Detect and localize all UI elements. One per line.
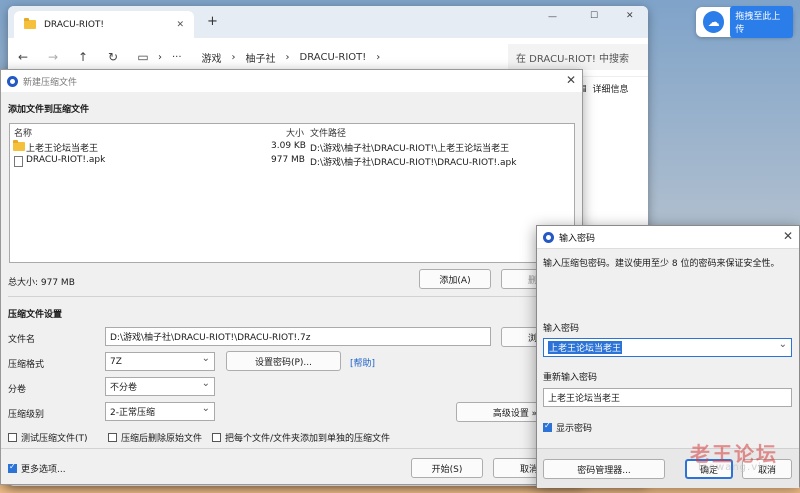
filename-input[interactable]: D:\游戏\柚子社\DRACU-RIOT!\DRACU-RIOT!.7z bbox=[105, 327, 491, 346]
cloud-icon: ☁ bbox=[703, 11, 725, 33]
dialog-titlebar: 新建压缩文件 ✕ bbox=[1, 70, 582, 92]
back-icon[interactable]: ← bbox=[8, 50, 38, 64]
checkbox-icon bbox=[108, 433, 117, 442]
close-icon[interactable]: ✕ bbox=[783, 229, 793, 243]
up-icon[interactable]: ↑ bbox=[68, 50, 98, 64]
checkbox-icon bbox=[8, 433, 17, 442]
show-password-checkbox[interactable]: 显示密码 bbox=[543, 421, 592, 434]
start-button[interactable]: 开始(S) bbox=[411, 458, 483, 478]
tab-close-icon[interactable]: ✕ bbox=[176, 20, 184, 30]
file-size: 3.09 KB bbox=[271, 141, 306, 151]
format-label: 压缩格式 bbox=[8, 360, 45, 370]
computer-icon[interactable]: ▭ bbox=[128, 50, 158, 64]
delete-after-label: 压缩后删除原始文件 bbox=[121, 434, 203, 444]
chevron-icon: › bbox=[231, 51, 236, 63]
search-input[interactable]: 在 DRACU-RIOT! 中搜索 bbox=[508, 44, 648, 70]
section-add-title: 添加文件到压缩文件 bbox=[8, 105, 90, 115]
level-select[interactable]: 2-正常压缩 bbox=[105, 402, 215, 421]
help-link[interactable]: [帮助] bbox=[350, 356, 375, 369]
new-tab-button[interactable]: + bbox=[207, 14, 218, 29]
more-options-checkbox[interactable]: 更多选项... bbox=[8, 462, 66, 475]
password-value: 上老王论坛当老王 bbox=[548, 341, 623, 354]
upload-button[interactable]: ☁ 拖拽至此上传 bbox=[696, 6, 793, 38]
checkbox-checked-icon bbox=[8, 462, 17, 473]
column-name[interactable]: 名称 bbox=[14, 126, 32, 139]
details-label: 详细信息 bbox=[592, 85, 629, 95]
password-titlebar: 输入密码 ✕ bbox=[537, 226, 799, 248]
close-icon[interactable]: ✕ bbox=[566, 73, 576, 87]
details-button[interactable]: ▤ 详细信息 bbox=[578, 82, 629, 96]
compress-dialog: 新建压缩文件 ✕ 添加文件到压缩文件 名称 大小 文件路径 上老王论坛当老王 3… bbox=[0, 69, 584, 485]
file-path: D:\游戏\柚子社\DRACU-RIOT!\DRACU-RIOT!.apk bbox=[310, 158, 517, 168]
test-checkbox[interactable]: 测试压缩文件(T) bbox=[8, 431, 88, 444]
divider bbox=[8, 296, 576, 297]
explorer-tab[interactable]: DRACU-RIOT! ✕ bbox=[14, 11, 194, 38]
tab-bar: DRACU-RIOT! ✕ + — ☐ ✕ bbox=[8, 6, 648, 38]
breadcrumb-item[interactable]: 柚子社 bbox=[246, 50, 276, 65]
list-item[interactable]: 上老王论坛当老王 3.09 KB D:\游戏\柚子社\DRACU-RIOT!\上… bbox=[10, 140, 576, 154]
file-icon bbox=[14, 156, 23, 167]
list-item[interactable]: DRACU-RIOT!.apk 977 MB D:\游戏\柚子社\DRACU-R… bbox=[10, 154, 576, 168]
separate-archive-label: 把每个文件/文件夹添加到单独的压缩文件 bbox=[225, 434, 391, 444]
show-password-label: 显示密码 bbox=[556, 424, 593, 434]
add-button[interactable]: 添加(A) bbox=[419, 269, 491, 289]
close-button[interactable]: ✕ bbox=[626, 11, 634, 21]
app-icon bbox=[7, 75, 18, 87]
maximize-button[interactable]: ☐ bbox=[590, 11, 598, 21]
refresh-icon[interactable]: ↻ bbox=[98, 50, 128, 64]
password-title: 输入密码 bbox=[559, 233, 596, 244]
checkbox-checked-icon bbox=[543, 421, 552, 432]
breadcrumb-item[interactable]: DRACU-RIOT! bbox=[300, 52, 367, 63]
format-select[interactable]: 7Z bbox=[105, 352, 215, 371]
dialog-title: 新建压缩文件 bbox=[23, 77, 78, 88]
file-name: DRACU-RIOT!.apk bbox=[26, 155, 106, 165]
chevron-icon: › bbox=[158, 51, 162, 63]
file-size: 977 MB bbox=[271, 155, 305, 165]
chevron-icon: › bbox=[376, 51, 381, 63]
file-path: D:\游戏\柚子社\DRACU-RIOT!\上老王论坛当老王 bbox=[310, 144, 510, 154]
checkbox-icon bbox=[212, 433, 221, 442]
reenter-password-input[interactable]: 上老王论坛当老王 bbox=[543, 388, 792, 407]
tab-title: DRACU-RIOT! bbox=[44, 19, 105, 30]
folder-icon bbox=[24, 18, 36, 29]
watermark-url: laowang.vip bbox=[698, 462, 770, 473]
upload-label: 拖拽至此上传 bbox=[730, 6, 793, 38]
total-size: 总大小: 977 MB bbox=[8, 278, 75, 288]
chevron-icon: › bbox=[285, 51, 290, 63]
volume-label: 分卷 bbox=[8, 385, 27, 395]
separate-archive-checkbox[interactable]: 把每个文件/文件夹添加到单独的压缩文件 bbox=[212, 431, 390, 444]
minimize-button[interactable]: — bbox=[548, 12, 557, 22]
breadcrumb-more[interactable]: ··· bbox=[172, 52, 182, 63]
password-input[interactable]: 上老王论坛当老王 bbox=[543, 338, 792, 357]
filename-label: 文件名 bbox=[8, 335, 36, 345]
breadcrumb-item[interactable]: 游戏 bbox=[202, 50, 222, 65]
password-description: 输入压缩包密码。建议使用至少 8 位的密码来保证安全性。 bbox=[543, 259, 780, 269]
enter-password-label: 输入密码 bbox=[543, 324, 580, 334]
section-settings-title: 压缩文件设置 bbox=[8, 310, 63, 320]
file-name: 上老王论坛当老王 bbox=[26, 144, 99, 154]
level-label: 压缩级别 bbox=[8, 410, 45, 420]
divider bbox=[1, 448, 584, 449]
password-manager-button[interactable]: 密码管理器... bbox=[543, 459, 665, 479]
forward-icon[interactable]: → bbox=[38, 50, 68, 64]
test-label: 测试压缩文件(T) bbox=[21, 434, 88, 444]
column-size[interactable]: 大小 bbox=[286, 126, 304, 139]
folder-icon bbox=[13, 140, 25, 151]
more-options-label: 更多选项... bbox=[21, 465, 66, 475]
volume-select[interactable]: 不分卷 bbox=[105, 377, 215, 396]
file-list[interactable]: 名称 大小 文件路径 上老王论坛当老王 3.09 KB D:\游戏\柚子社\DR… bbox=[9, 123, 575, 263]
set-password-button[interactable]: 设置密码(P)... bbox=[226, 351, 341, 371]
divider bbox=[537, 248, 799, 249]
delete-after-checkbox[interactable]: 压缩后删除原始文件 bbox=[108, 431, 202, 444]
column-path[interactable]: 文件路径 bbox=[310, 126, 346, 139]
reenter-password-label: 重新输入密码 bbox=[543, 373, 598, 383]
app-icon bbox=[543, 231, 554, 243]
